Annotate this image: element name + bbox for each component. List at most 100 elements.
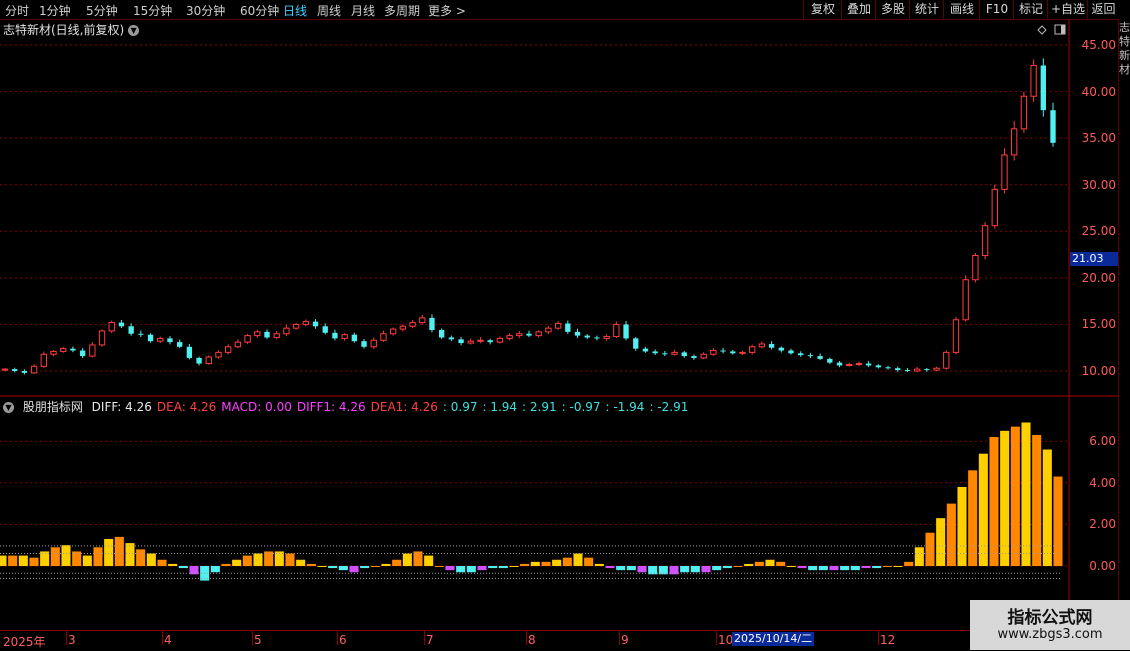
candle-body bbox=[662, 353, 668, 355]
candle-body bbox=[30, 365, 38, 374]
macd-bar bbox=[210, 566, 220, 573]
macd-bar bbox=[786, 566, 796, 567]
candle-body bbox=[807, 355, 814, 357]
macd-bar bbox=[808, 566, 818, 571]
collapse-icon[interactable] bbox=[1037, 25, 1047, 35]
macd-bar bbox=[530, 561, 540, 566]
date-label: 3 bbox=[68, 633, 76, 647]
candle-body bbox=[196, 357, 202, 364]
macd-bar bbox=[82, 555, 92, 566]
candle-body bbox=[389, 328, 397, 335]
macd-bar bbox=[456, 566, 466, 573]
indicator-name[interactable]: 股朋指标网 bbox=[23, 400, 83, 414]
date-label: 5 bbox=[254, 633, 262, 647]
candle-body bbox=[584, 335, 590, 338]
indicator-label: 2.00 bbox=[1089, 517, 1116, 531]
candle-body bbox=[730, 351, 736, 354]
date-label: 12 bbox=[880, 633, 896, 647]
candle-body bbox=[681, 352, 687, 357]
candle-body bbox=[895, 368, 901, 371]
macd-bar bbox=[392, 559, 402, 566]
macd-bar bbox=[146, 553, 156, 566]
macd-bar bbox=[50, 547, 60, 566]
macd-bar bbox=[242, 555, 252, 566]
macd-bar bbox=[488, 566, 498, 569]
legend-item: DIFF1: 4.26 bbox=[296, 400, 366, 414]
macd-bar bbox=[914, 547, 924, 566]
macd-bar bbox=[520, 563, 530, 566]
candle-body bbox=[234, 341, 242, 348]
macd-bar bbox=[402, 553, 412, 566]
macd-bar bbox=[744, 563, 754, 566]
candle-body bbox=[128, 326, 134, 334]
candle-body bbox=[700, 353, 707, 359]
candle-body bbox=[855, 363, 863, 366]
macd-bar bbox=[125, 543, 135, 566]
candle-body bbox=[79, 350, 86, 357]
candle-body bbox=[671, 351, 678, 355]
stock-title[interactable]: 志特新材(日线,前复权) ▼ bbox=[3, 21, 140, 38]
macd-bar bbox=[1053, 476, 1063, 566]
candle-body bbox=[1001, 154, 1008, 190]
candle-body bbox=[332, 332, 338, 339]
macd-bar bbox=[72, 551, 82, 566]
watermark-logo: 指标公式网 www.zbgs3.com bbox=[970, 600, 1130, 650]
chevron-down-icon[interactable]: ▼ bbox=[3, 402, 14, 413]
candle-body bbox=[943, 351, 950, 369]
candle-body bbox=[933, 367, 940, 371]
macd-bar bbox=[562, 557, 572, 566]
kline-chart[interactable] bbox=[0, 0, 1130, 650]
candle-body bbox=[642, 348, 649, 352]
macd-bar bbox=[946, 503, 956, 566]
macd-bar bbox=[434, 566, 444, 567]
indicator-label: 4.00 bbox=[1089, 476, 1116, 490]
candle-body bbox=[778, 347, 784, 351]
macd-bar bbox=[925, 532, 935, 566]
macd-bar bbox=[936, 518, 946, 566]
chevron-down-icon[interactable]: ▼ bbox=[128, 25, 140, 36]
candle-body bbox=[12, 369, 18, 371]
indicator-axis: 6.00 4.00 2.00 0.00 bbox=[1070, 0, 1116, 630]
candle-body bbox=[438, 330, 445, 338]
macd-bar bbox=[861, 566, 871, 569]
macd-bar bbox=[61, 545, 71, 566]
candle-body bbox=[952, 319, 960, 353]
candle-body bbox=[467, 340, 474, 344]
macd-bar bbox=[765, 559, 775, 566]
macd-bar bbox=[104, 538, 114, 566]
macd-bar bbox=[957, 486, 967, 566]
candle-body bbox=[341, 334, 348, 339]
window-toggle-icon[interactable] bbox=[1054, 24, 1066, 35]
macd-bar bbox=[893, 566, 903, 567]
date-label: 6 bbox=[339, 633, 347, 647]
macd-bar bbox=[370, 566, 380, 567]
macd-bar bbox=[712, 566, 722, 571]
stock-title-text: 志特新材(日线,前复权) bbox=[3, 23, 125, 37]
macd-bar bbox=[626, 566, 636, 571]
watermark-title: 指标公式网 bbox=[1007, 608, 1093, 628]
candle-body bbox=[496, 337, 504, 343]
candle-body bbox=[913, 368, 921, 372]
candle-body bbox=[138, 333, 144, 335]
macd-bar bbox=[424, 555, 434, 566]
candle-body bbox=[1030, 64, 1037, 97]
macd-bar bbox=[690, 566, 700, 573]
macd-bar bbox=[573, 553, 583, 566]
macd-bar bbox=[754, 561, 764, 566]
macd-bar bbox=[189, 566, 199, 575]
candle-body bbox=[827, 358, 833, 363]
date-label: 2025年 bbox=[3, 635, 46, 649]
side-info-strip[interactable]: 志特新材 bbox=[1118, 19, 1130, 630]
candle-body bbox=[167, 338, 173, 343]
macd-bar bbox=[381, 563, 391, 566]
indicator-label: 6.00 bbox=[1089, 434, 1116, 448]
candle-body bbox=[739, 351, 746, 354]
macd-bar bbox=[616, 566, 626, 571]
candle-body bbox=[924, 369, 930, 371]
legend-item: : 1.94 bbox=[482, 400, 518, 414]
macd-bar bbox=[285, 553, 295, 566]
candle-body bbox=[147, 334, 154, 342]
macd-bar bbox=[989, 437, 999, 566]
candle-body bbox=[991, 188, 998, 227]
legend-item: : -1.94 bbox=[605, 400, 645, 414]
